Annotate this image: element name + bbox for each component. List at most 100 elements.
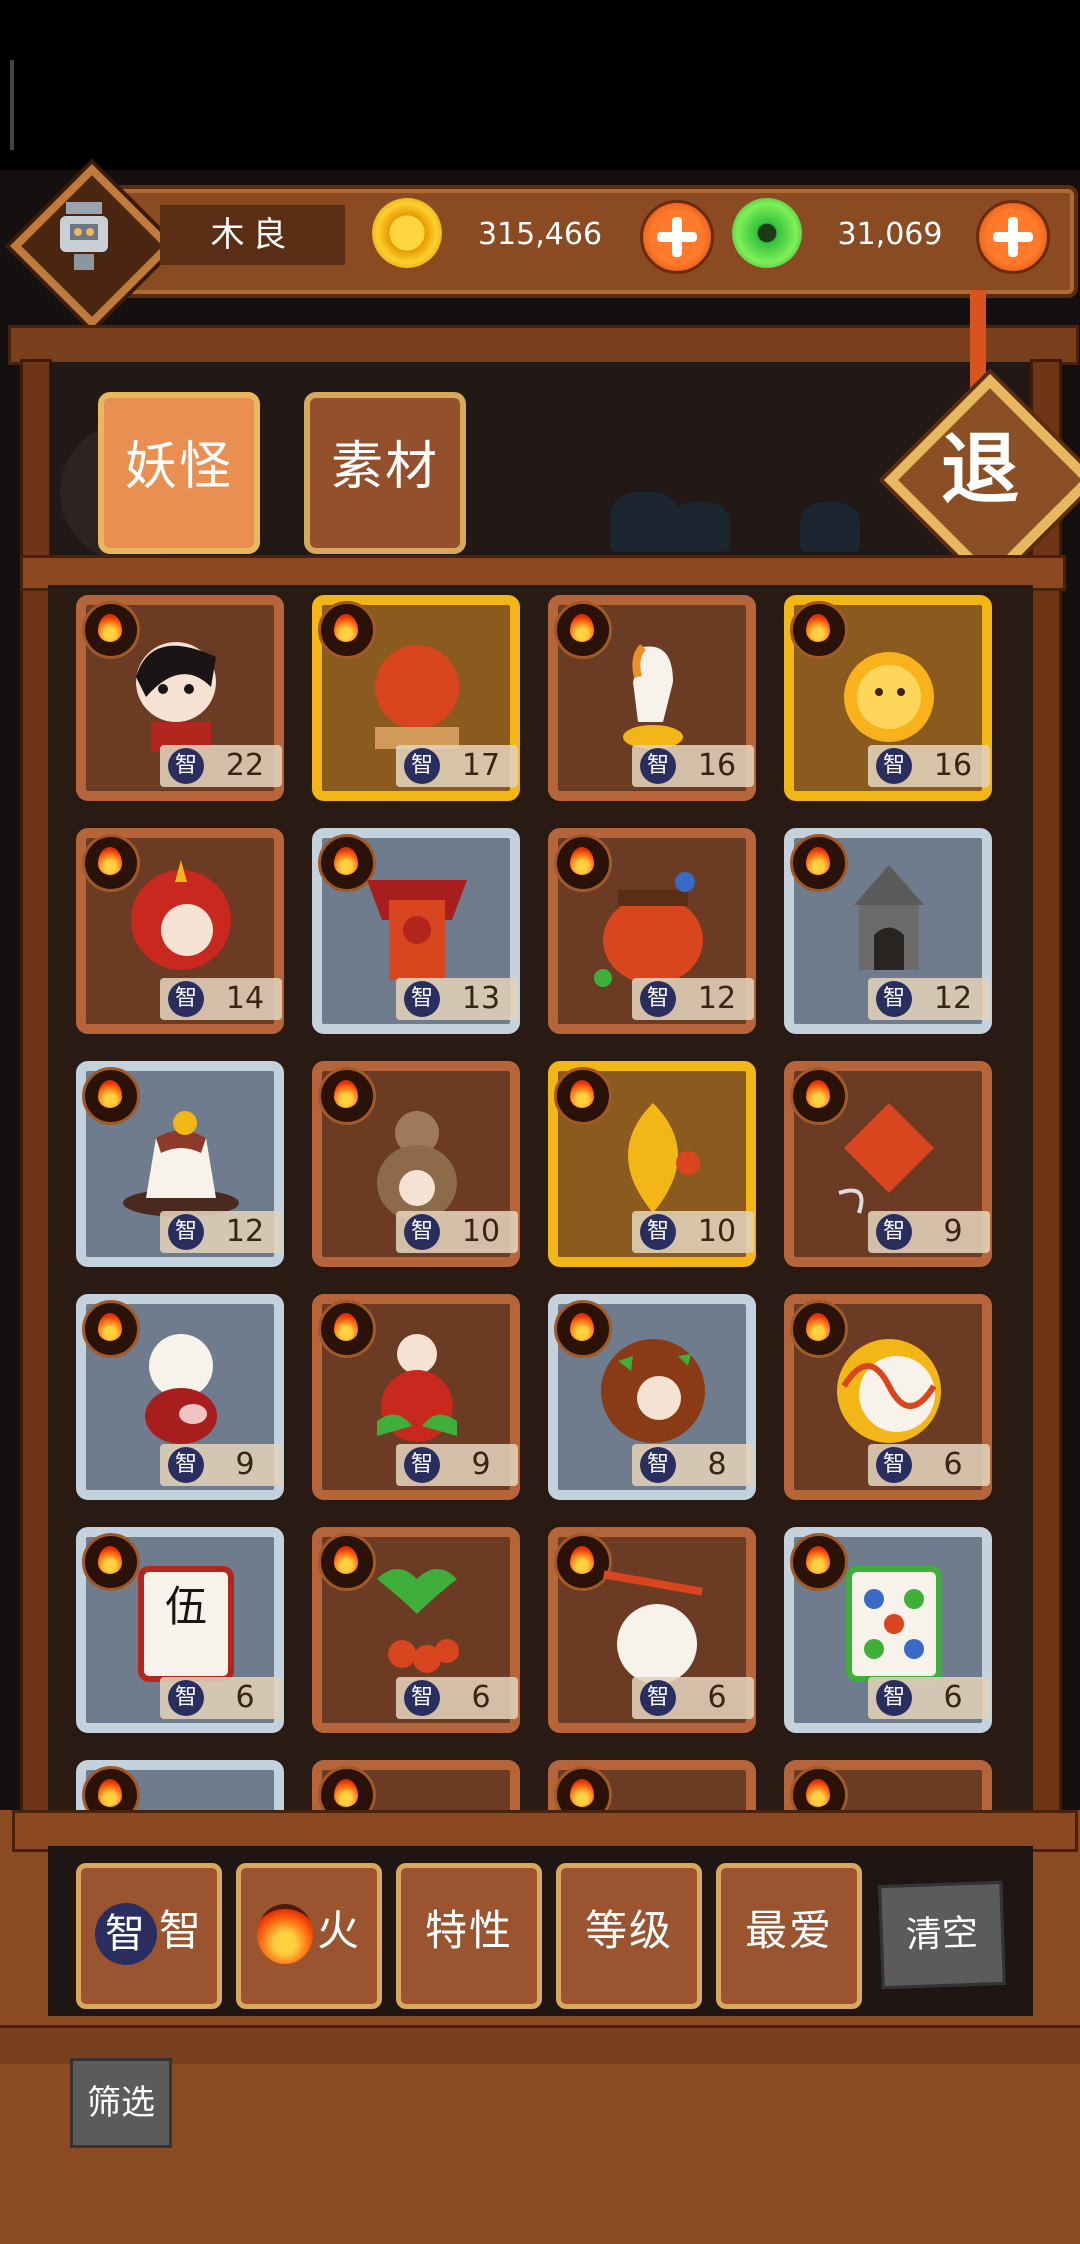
intelligence-badge: 智: [404, 1447, 440, 1483]
yokai-card[interactable]: 智 16: [784, 595, 992, 801]
intelligence-badge: 智: [404, 748, 440, 784]
mochi-pig-icon: [145, 1334, 217, 1444]
yokai-card[interactable]: 智 13: [312, 828, 520, 1034]
yokai-card[interactable]: [312, 1760, 520, 1810]
filter-intelligence-button[interactable]: 智智: [76, 1863, 222, 2009]
add-gold-button[interactable]: [640, 200, 714, 274]
scroll-indicator: [10, 60, 14, 150]
yokai-card[interactable]: 智 17: [312, 595, 520, 801]
intelligence-badge: 智: [640, 1447, 676, 1483]
fire-element-icon: [554, 1766, 612, 1810]
fire-element-icon: [790, 1766, 848, 1810]
tab-materials[interactable]: 素材: [304, 392, 466, 554]
filter-fire-button[interactable]: 火: [236, 1863, 382, 2009]
yokai-card[interactable]: 智 10: [548, 1061, 756, 1267]
shelf-right-post: [1030, 359, 1062, 2035]
intelligence-stat: 智 12: [632, 978, 754, 1020]
yokai-card[interactable]: 伍智6: [76, 1527, 284, 1733]
golden-leaf-bird-icon: [628, 1103, 700, 1213]
yokai-grid: 智 22 智 17 智 16 智 16 智 14 智 13 智 12 智 12 智 12 智 10 智 10 智 9 智 9 智 9 智…: [48, 585, 1033, 1810]
intelligence-badge: 智: [876, 1680, 912, 1716]
filter-trait-button[interactable]: 特性: [396, 1863, 542, 2009]
intelligence-value: 16: [697, 748, 737, 783]
intelligence-value: 12: [933, 981, 973, 1016]
intelligence-stat: 智6: [396, 1677, 518, 1719]
yokai-card[interactable]: [784, 1760, 992, 1810]
yokai-card[interactable]: 智8: [548, 1294, 756, 1500]
filter-label: 智: [158, 1906, 203, 1955]
fire-element-icon: [82, 1766, 140, 1810]
stone-pagoda-icon: [854, 865, 924, 970]
dumpling-chopsticks-icon: [603, 1570, 703, 1684]
intelligence-value: 10: [697, 1214, 737, 1249]
intelligence-value: 12: [225, 1214, 265, 1249]
exit-label: 退: [940, 425, 1019, 515]
yokai-card[interactable]: 智 12: [76, 1061, 284, 1267]
yokai-card[interactable]: 智6: [784, 1294, 992, 1500]
intelligence-stat: 智 22: [160, 745, 282, 787]
intelligence-stat: 智6: [868, 1444, 990, 1486]
intelligence-badge: 智: [640, 748, 676, 784]
tab-yokai[interactable]: 妖怪: [98, 392, 260, 554]
exit-button[interactable]: 退: [880, 370, 1080, 587]
intelligence-value: 17: [461, 748, 501, 783]
yokai-card[interactable]: 智9: [312, 1294, 520, 1500]
rose-spirit-icon: [377, 1334, 457, 1442]
intelligence-value: 16: [933, 748, 973, 783]
intelligence-badge: 智: [640, 1214, 676, 1250]
fire-icon: [256, 1903, 313, 1964]
yokai-card[interactable]: 智 10: [312, 1061, 520, 1267]
intelligence-value: 14: [225, 981, 265, 1016]
yokai-card[interactable]: 智9: [784, 1061, 992, 1267]
yokai-card[interactable]: 智6: [312, 1527, 520, 1733]
filter-favorite-button[interactable]: 最爱: [716, 1863, 862, 2009]
filter-label: 火: [316, 1906, 361, 1955]
intelligence-badge: 智: [168, 1214, 204, 1250]
intelligence-badge: 智: [876, 1214, 912, 1250]
intelligence-value: 9: [235, 1447, 255, 1482]
intelligence-value: 12: [697, 981, 737, 1016]
add-jade-button[interactable]: [976, 200, 1050, 274]
yokai-card[interactable]: [548, 1760, 756, 1810]
yokai-card[interactable]: 智6: [784, 1527, 992, 1733]
intelligence-badge: 智: [876, 981, 912, 1017]
screen-filter-button[interactable]: 筛选: [70, 2058, 172, 2148]
girl-warrior-icon: [136, 642, 216, 752]
intelligence-badge: 智: [168, 981, 204, 1017]
yokai-card[interactable]: 智6: [548, 1527, 756, 1733]
intelligence-stat: 智 12: [160, 1211, 282, 1253]
intelligence-stat: 智9: [396, 1444, 518, 1486]
intelligence-badge: 智: [640, 981, 676, 1017]
intelligence-value: 9: [471, 1447, 491, 1482]
intelligence-value: 6: [707, 1680, 727, 1715]
yokai-card[interactable]: 智 14: [76, 828, 284, 1034]
meatball-icon: [601, 1339, 705, 1443]
intelligence-badge: 智: [404, 1680, 440, 1716]
intelligence-badge: 智: [404, 1214, 440, 1250]
yokai-card[interactable]: 智9: [76, 1294, 284, 1500]
filter-level-button[interactable]: 等级: [556, 1863, 702, 2009]
pudding-icon: [123, 1111, 239, 1217]
yokai-card[interactable]: 智 16: [548, 595, 756, 801]
gourd-spirit-icon: [377, 1111, 457, 1221]
intelligence-stat: 智 10: [396, 1211, 518, 1253]
yokai-card[interactable]: 智 12: [548, 828, 756, 1034]
red-pot-icon: [594, 872, 703, 987]
intelligence-value: 6: [943, 1447, 963, 1482]
jade-coin-icon: [732, 198, 802, 268]
intelligence-badge: 智: [876, 1447, 912, 1483]
red-kite-icon: [838, 1103, 934, 1214]
yokai-card[interactable]: 智 22: [76, 595, 284, 801]
yokai-card[interactable]: [76, 1760, 284, 1810]
intelligence-badge: 智: [168, 1447, 204, 1483]
fire-element-icon: [318, 1766, 376, 1810]
intelligence-value: 13: [461, 981, 501, 1016]
intelligence-badge: 智: [404, 981, 440, 1017]
shadow-creature: [670, 502, 730, 552]
player-avatar[interactable]: [9, 163, 175, 329]
yokai-card[interactable]: 智 12: [784, 828, 992, 1034]
clear-button[interactable]: 清空: [878, 1880, 1006, 1990]
intelligence-badge: 智: [640, 1680, 676, 1716]
intelligence-stat: 智9: [868, 1211, 990, 1253]
mahjong-dots-icon: [846, 1566, 942, 1682]
